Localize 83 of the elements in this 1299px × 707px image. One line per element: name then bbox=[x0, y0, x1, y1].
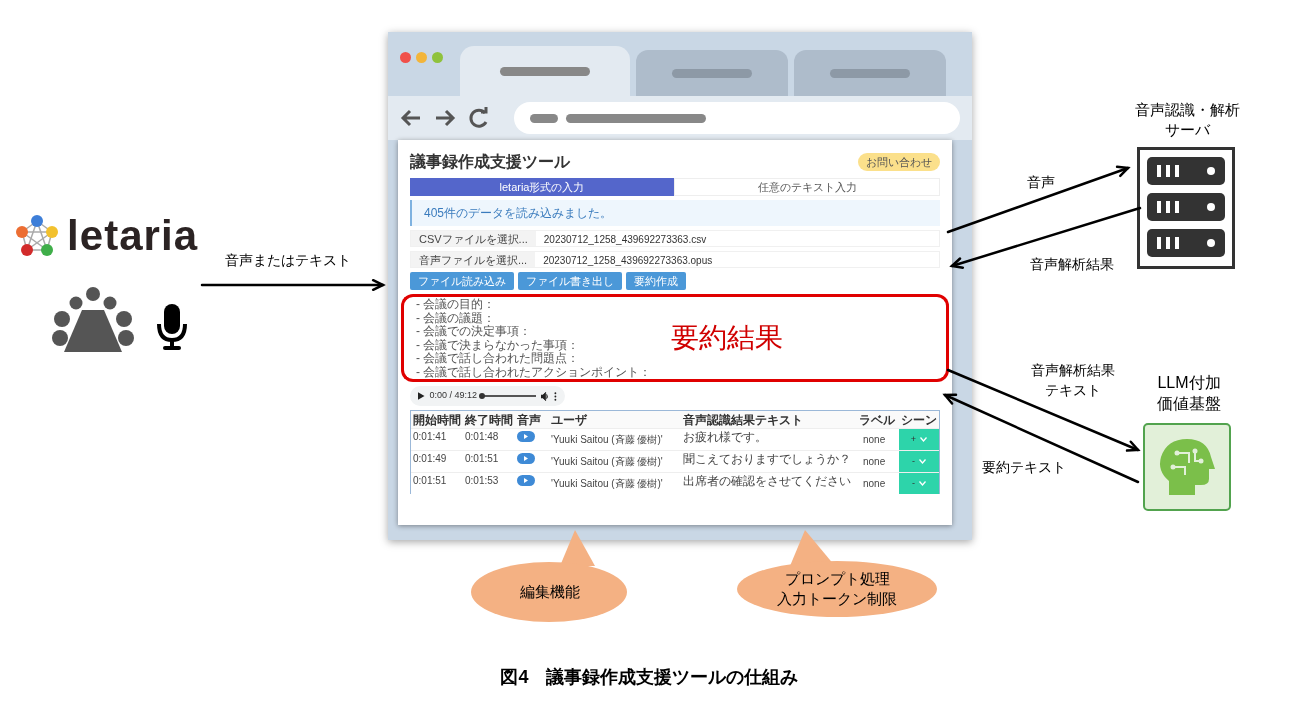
table-cell-text: 0:01:48 bbox=[464, 430, 500, 444]
meeting-icon bbox=[52, 286, 134, 354]
llm-label: 価値基盤 bbox=[1157, 394, 1221, 414]
callout-text: 入力トークン制限 bbox=[777, 589, 897, 609]
arrow-label: 要約テキスト bbox=[982, 458, 1066, 477]
play-button[interactable] bbox=[517, 475, 535, 486]
column-header: ユーザ bbox=[550, 412, 588, 428]
summary-overlay-label: 要約結果 bbox=[671, 322, 783, 354]
figure-caption: 図4 議事録作成支援ツールの仕組み bbox=[499, 666, 800, 689]
table-cell-text: 'Yuuki Saitou (斉藤 優樹)' bbox=[550, 433, 664, 447]
app-title: 議事録作成支援ツール bbox=[410, 152, 570, 172]
play-icon bbox=[524, 434, 528, 439]
play-icon bbox=[524, 478, 528, 483]
table-cell-text: 0:01:53 bbox=[464, 474, 500, 488]
server-label: 音声認識・解析 bbox=[1134, 100, 1240, 120]
audio-time: 0:00 / 49:12 bbox=[429, 389, 478, 403]
alert-text: 405件のデータを読み込みました。 bbox=[424, 205, 613, 222]
server-icon bbox=[1137, 147, 1235, 269]
play-button[interactable] bbox=[517, 453, 535, 464]
table-cell-text: 0:01:41 bbox=[412, 430, 448, 444]
chevron-icon bbox=[919, 459, 926, 464]
scene-select[interactable]: - bbox=[899, 473, 939, 494]
column-header: 音声 bbox=[516, 412, 542, 428]
callout-text: プロンプト処理 bbox=[784, 569, 890, 589]
column-header: 開始時間 bbox=[412, 412, 462, 428]
summary-line: - 会議で話し合われたアクションポイント： bbox=[416, 365, 652, 379]
logo-icon bbox=[15, 214, 59, 258]
server-label: サーバ bbox=[1164, 120, 1210, 140]
summary-line: - 会議の議題： bbox=[416, 311, 496, 325]
arrow-label: 音声またはテキスト bbox=[225, 251, 351, 270]
arrow-label: 音声解析結果 bbox=[1030, 361, 1115, 380]
more-icon[interactable] bbox=[554, 391, 557, 401]
summary-line: - 会議で決まらなかった事項： bbox=[416, 338, 580, 352]
table-cell-text: none bbox=[862, 477, 887, 491]
file-select-button[interactable]: 音声ファイルを選択... bbox=[411, 252, 536, 267]
chevron-icon bbox=[919, 481, 926, 486]
table-cell-text: 聞こえておりますでしょうか？ bbox=[682, 451, 852, 468]
file-select-button[interactable]: CSVファイルを選択... bbox=[411, 231, 536, 246]
play-button[interactable] bbox=[517, 431, 535, 442]
table-cell-text: 'Yuuki Saitou (斉藤 優樹)' bbox=[550, 455, 664, 469]
audio-progress-thumb[interactable] bbox=[479, 393, 486, 399]
address-bar[interactable] bbox=[514, 102, 960, 134]
table-cell-text: 0:01:51 bbox=[412, 474, 448, 488]
file-name: 20230712_1258_439692273363.csv bbox=[542, 233, 708, 246]
table-cell-text: 'Yuuki Saitou (斉藤 優樹)' bbox=[550, 477, 664, 491]
logo-text: letaria bbox=[67, 214, 199, 258]
table-cell-text: 0:01:51 bbox=[464, 452, 500, 466]
url-placeholder bbox=[530, 113, 558, 123]
ai-head-icon bbox=[1143, 423, 1231, 511]
mode-tab[interactable]: letaria形式の入力 bbox=[410, 178, 674, 196]
table-cell-text: 0:01:49 bbox=[412, 452, 448, 466]
table-cell-text: none bbox=[862, 455, 887, 469]
forward-icon[interactable] bbox=[434, 108, 456, 128]
audio-player[interactable]: 0:00 / 49:12 bbox=[410, 386, 565, 406]
play-icon[interactable] bbox=[418, 392, 425, 400]
mode-tab[interactable]: 任意のテキスト入力 bbox=[674, 178, 940, 196]
back-icon[interactable] bbox=[400, 108, 422, 128]
contact-button[interactable]: お問い合わせ bbox=[858, 152, 940, 172]
table-cell-text: お疲れ様です。 bbox=[682, 429, 768, 446]
llm-label: LLM付加 bbox=[1157, 373, 1221, 393]
table-cell-text: 出席者の確認をさせてください bbox=[682, 473, 852, 490]
file-name: 20230712_1258_439692273363.opus bbox=[542, 254, 714, 267]
column-header: 終了時間 bbox=[464, 412, 514, 428]
column-header: 音声認識結果テキスト bbox=[682, 412, 804, 428]
arrow-label: 音声解析結果 bbox=[1030, 255, 1114, 274]
column-header: ラベル bbox=[858, 412, 896, 428]
reload-icon[interactable] bbox=[468, 107, 490, 129]
arrow-label: 音声 bbox=[1027, 173, 1055, 192]
summary-line: - 会議での決定事項： bbox=[416, 325, 532, 339]
volume-icon[interactable] bbox=[540, 391, 550, 401]
scene-select[interactable]: - bbox=[899, 451, 939, 472]
chevron-icon bbox=[920, 437, 928, 442]
browser-tab[interactable] bbox=[460, 46, 630, 96]
microphone-icon bbox=[156, 304, 188, 351]
callout-text: 編集機能 bbox=[520, 582, 580, 602]
column-header: シーン bbox=[900, 412, 938, 428]
table-cell-text: none bbox=[862, 433, 887, 447]
summary-line: - 会議の目的： bbox=[416, 298, 496, 312]
summary-line: - 会議で話し合われた問題点： bbox=[416, 352, 580, 366]
summary-textarea[interactable]: - 会議の目的： - 会議の議題： - 会議での決定事項： - 会議で決まらなかった事項： - 会議で話し合われた問題点： - 会議で話し合われたアクションポイント： bbox=[401, 294, 651, 382]
arrow-label: テキスト bbox=[1044, 381, 1101, 400]
play-icon bbox=[524, 456, 528, 461]
scene-select[interactable]: + bbox=[899, 429, 939, 450]
